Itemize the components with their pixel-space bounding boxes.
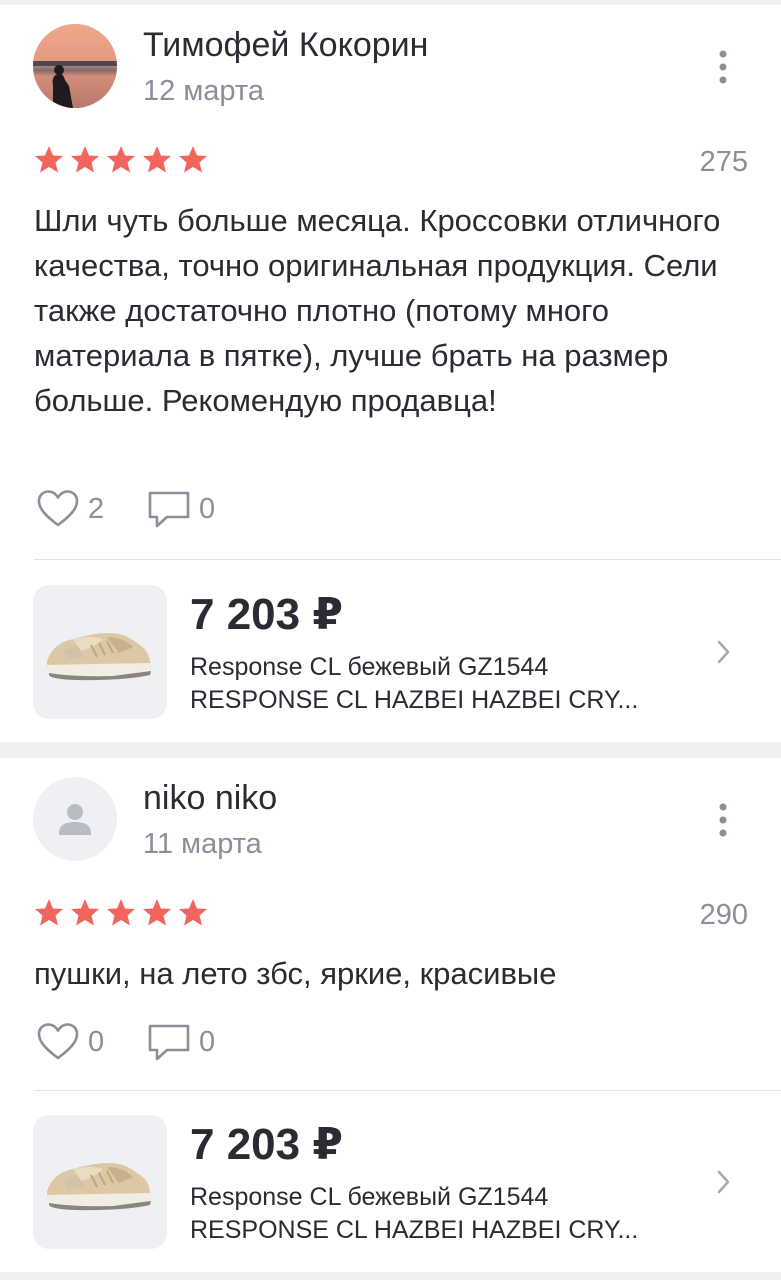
product-name-line: RESPONSE CL HAZBEI HAZBEI CRY... (190, 686, 639, 714)
heart-icon (37, 490, 79, 527)
product-name-line: RESPONSE CL HAZBEI HAZBEI CRY... (190, 1216, 639, 1244)
chevron-right-icon[interactable] (713, 637, 733, 667)
user-placeholder-icon (59, 804, 91, 835)
avatar-photo-image (33, 24, 117, 108)
product-price[interactable]: 7 203 ₽ (190, 589, 343, 640)
more-vertical-icon[interactable] (712, 800, 734, 840)
review-card: niko niko 11 марта 290 пушки, на лето зб… (0, 758, 781, 1272)
likes-count: 0 (88, 1025, 105, 1058)
star-icon (35, 899, 63, 926)
star-icon (143, 146, 171, 173)
star-icon (71, 146, 99, 173)
rating-stars (35, 146, 207, 173)
divider (34, 1090, 781, 1091)
review-date: 12 марта (143, 75, 264, 107)
author-name[interactable]: niko niko (143, 779, 277, 818)
comments-count: 0 (199, 492, 216, 525)
more-vertical-icon[interactable] (712, 47, 734, 87)
heart-icon (37, 1023, 79, 1060)
like-button[interactable]: 2 (36, 489, 104, 529)
star-icon (107, 899, 135, 926)
product-name[interactable]: Response CL бежевый GZ1544 RESPONSE CL H… (190, 1181, 670, 1247)
product-name-line: Response CL бежевый GZ1544 (190, 1183, 549, 1211)
comment-button[interactable]: 0 (147, 1022, 215, 1062)
comments-count: 0 (199, 1025, 216, 1058)
star-icon (143, 899, 171, 926)
product-thumbnail[interactable] (33, 1115, 167, 1249)
star-icon (107, 146, 135, 173)
star-icon (179, 899, 207, 926)
product-name[interactable]: Response CL бежевый GZ1544 RESPONSE CL H… (190, 651, 670, 717)
star-icon (71, 899, 99, 926)
rating-count: 290 (699, 899, 748, 931)
rating-count: 275 (699, 146, 748, 178)
comment-icon (148, 491, 190, 528)
likes-count: 2 (88, 492, 105, 525)
divider (34, 559, 781, 560)
author-name[interactable]: Тимофей Кокорин (143, 26, 428, 65)
reviews-page: Тимофей Кокорин 12 марта 275 Шли чуть бо… (0, 0, 781, 1280)
review-text: Шли чуть больше месяца. Кроссовки отличн… (34, 203, 721, 418)
review-text: пушки, на лето збс, яркие, красивые (34, 956, 557, 991)
product-thumbnail[interactable] (33, 585, 167, 719)
comment-icon (148, 1024, 190, 1061)
product-price[interactable]: 7 203 ₽ (190, 1119, 343, 1170)
product-name-line: Response CL бежевый GZ1544 (190, 653, 549, 681)
comment-button[interactable]: 0 (147, 489, 215, 529)
like-button[interactable]: 0 (36, 1022, 104, 1062)
review-card: Тимофей Кокорин 12 марта 275 Шли чуть бо… (0, 5, 781, 742)
sneaker-image (45, 1163, 151, 1211)
star-icon (179, 146, 207, 173)
avatar[interactable] (33, 777, 117, 861)
review-date: 11 марта (143, 828, 262, 860)
rating-stars (35, 899, 207, 926)
star-icon (35, 146, 63, 173)
avatar[interactable] (33, 24, 117, 108)
chevron-right-icon[interactable] (713, 1167, 733, 1197)
sneaker-image (45, 633, 151, 681)
